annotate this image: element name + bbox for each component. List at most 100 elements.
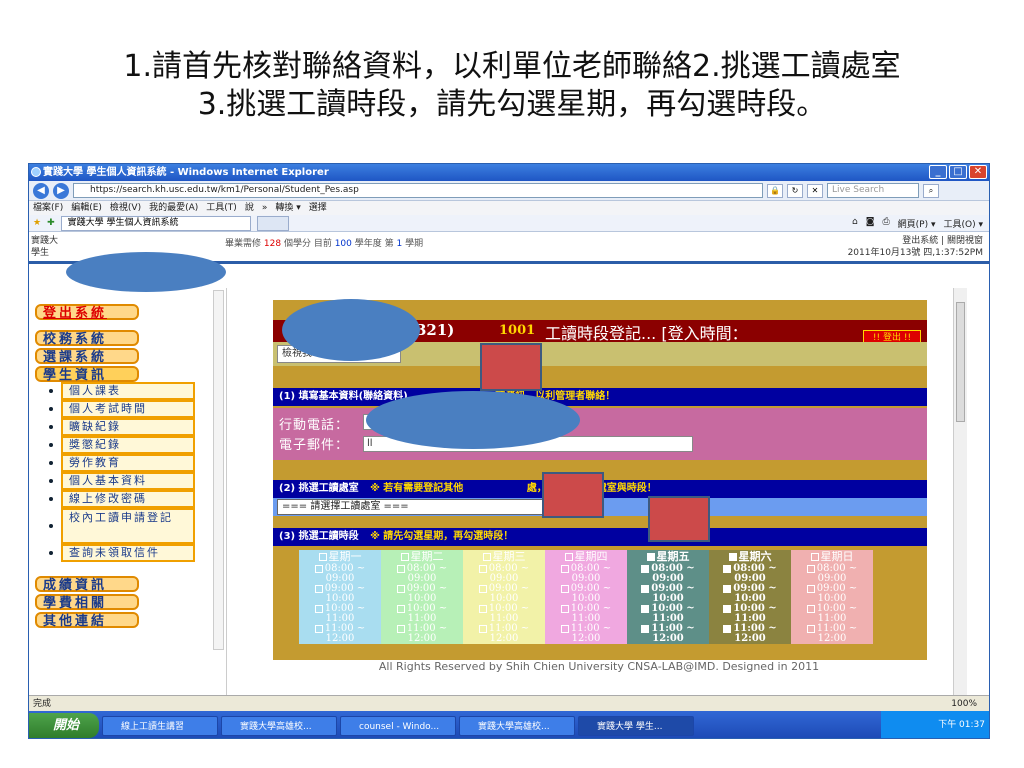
slot-checkbox[interactable]: 08:00 ~09:00 bbox=[463, 564, 545, 584]
refresh-icon[interactable]: ↻ bbox=[787, 183, 803, 198]
slot-checkbox[interactable]: 10:00 ~11:00 bbox=[381, 604, 463, 624]
lock-icon[interactable]: 🔒 bbox=[767, 183, 783, 198]
slot-checkbox[interactable]: 09:00 ~10:00 bbox=[381, 584, 463, 604]
day-checkbox-sun[interactable]: 星期日 bbox=[791, 550, 873, 564]
search-icon[interactable]: ⌕ bbox=[923, 183, 939, 198]
slot-checkbox[interactable]: 10:00 ~11:00 bbox=[709, 604, 791, 624]
slot-checkbox[interactable]: 10:00 ~11:00 bbox=[627, 604, 709, 624]
minimize-button[interactable]: _ bbox=[929, 165, 947, 179]
sidebar-links[interactable]: 其他連結 bbox=[35, 612, 139, 629]
tab-student-system[interactable]: 實踐大學 學生個人資訊系統 bbox=[60, 215, 251, 231]
sidebar-item-absence[interactable]: 曠缺紀錄 bbox=[61, 418, 195, 436]
slot-checkbox[interactable]: 11:00 ~12:00 bbox=[545, 624, 627, 644]
slot-checkbox[interactable]: 08:00 ~09:00 bbox=[381, 564, 463, 584]
taskbar-item[interactable]: counsel - Windo... bbox=[340, 715, 456, 736]
sidebar-logout-button[interactable]: 登出系統 bbox=[35, 304, 139, 321]
menu-view[interactable]: 檢視(V) bbox=[110, 201, 141, 215]
slot-checkbox[interactable]: 09:00 ~10:00 bbox=[463, 584, 545, 604]
sidebar-item[interactable]: 個人考試時間 bbox=[49, 400, 226, 418]
sidebar-item[interactable]: 勞作教育 bbox=[49, 454, 226, 472]
menu-select[interactable]: 選擇 bbox=[309, 201, 327, 215]
menu-favorites[interactable]: 我的最愛(A) bbox=[149, 201, 198, 215]
scrollbar-thumb[interactable] bbox=[956, 302, 965, 422]
taskbar-item[interactable]: 線上工讀生講習 bbox=[102, 715, 218, 736]
day-checkbox-sat[interactable]: 星期六 bbox=[709, 550, 791, 564]
slot-checkbox[interactable]: 09:00 ~10:00 bbox=[299, 584, 381, 604]
page-menu[interactable]: 網頁(P) ▾ bbox=[898, 217, 936, 230]
sidebar-item[interactable]: 獎懲紀錄 bbox=[49, 436, 226, 454]
slot-checkbox[interactable]: 08:00 ~09:00 bbox=[627, 564, 709, 584]
tools-menu[interactable]: 工具(O) ▾ bbox=[944, 217, 984, 230]
day-checkbox-wed[interactable]: 星期三 bbox=[463, 550, 545, 564]
day-checkbox-mon[interactable]: 星期一 bbox=[299, 550, 381, 564]
sidebar-item[interactable]: 校內工讀申請登記 bbox=[49, 508, 226, 544]
sidebar-item-profile[interactable]: 個人基本資料 bbox=[61, 472, 195, 490]
start-button[interactable]: 開始 bbox=[29, 713, 99, 738]
taskbar-item[interactable]: 實踐大學高雄校... bbox=[459, 715, 575, 736]
slot-checkbox[interactable]: 10:00 ~11:00 bbox=[463, 604, 545, 624]
taskbar-item[interactable]: 實踐大學高雄校... bbox=[221, 715, 337, 736]
day-checkbox-tue[interactable]: 星期二 bbox=[381, 550, 463, 564]
sidebar-item[interactable]: 線上修改密碼 bbox=[49, 490, 226, 508]
sidebar-student-info[interactable]: 學生資訊 bbox=[35, 366, 139, 383]
favorites-star-icon[interactable]: ★ bbox=[33, 218, 41, 228]
sidebar-item[interactable]: 個人課表 bbox=[49, 382, 226, 400]
home-icon[interactable]: ⌂ bbox=[852, 217, 858, 230]
sidebar-scrollbar[interactable] bbox=[213, 290, 224, 650]
sidebar-item-schedule[interactable]: 個人課表 bbox=[61, 382, 195, 400]
sidebar-item-rewards[interactable]: 獎懲紀錄 bbox=[61, 436, 195, 454]
slot-checkbox[interactable]: 08:00 ~09:00 bbox=[709, 564, 791, 584]
slot-checkbox[interactable]: 08:00 ~09:00 bbox=[791, 564, 873, 584]
sidebar-item[interactable]: 查詢未領取信件 bbox=[49, 544, 226, 562]
menu-more[interactable]: » bbox=[262, 201, 268, 215]
day-checkbox-thu[interactable]: 星期四 bbox=[545, 550, 627, 564]
rss-icon[interactable]: ◙ bbox=[866, 217, 875, 230]
slot-checkbox[interactable]: 08:00 ~09:00 bbox=[545, 564, 627, 584]
slot-checkbox[interactable]: 11:00 ~12:00 bbox=[791, 624, 873, 644]
taskbar-item[interactable]: 實踐大學 學生... bbox=[578, 715, 694, 736]
slot-checkbox[interactable]: 09:00 ~10:00 bbox=[627, 584, 709, 604]
slot-checkbox[interactable]: 10:00 ~11:00 bbox=[545, 604, 627, 624]
sidebar-tuition[interactable]: 學費相關 bbox=[35, 594, 139, 611]
zoom-level[interactable]: 100% bbox=[951, 696, 977, 712]
maximize-button[interactable]: □ bbox=[949, 165, 967, 179]
menu-edit[interactable]: 編輯(E) bbox=[71, 201, 102, 215]
logout-close-links[interactable]: 登出系統 | 關閉視窗 bbox=[848, 235, 983, 247]
slot-checkbox[interactable]: 10:00 ~11:00 bbox=[299, 604, 381, 624]
office-select[interactable]: === 請選擇工讀處室 === ▼ bbox=[277, 499, 557, 515]
stop-icon[interactable]: ✕ bbox=[807, 183, 823, 198]
sidebar-item[interactable]: 曠缺紀錄 bbox=[49, 418, 226, 436]
sidebar-grades[interactable]: 成績資訊 bbox=[35, 576, 139, 593]
slot-checkbox[interactable]: 10:00 ~11:00 bbox=[791, 604, 873, 624]
sidebar-course-system[interactable]: 選課系統 bbox=[35, 348, 139, 365]
sidebar-item-password[interactable]: 線上修改密碼 bbox=[61, 490, 195, 508]
print-icon[interactable]: ⎙ bbox=[882, 217, 889, 230]
menu-convert[interactable]: 轉換 ▾ bbox=[275, 201, 300, 215]
menu-file[interactable]: 檔案(F) bbox=[33, 201, 63, 215]
slot-checkbox[interactable]: 11:00 ~12:00 bbox=[299, 624, 381, 644]
sidebar-item-labor-edu[interactable]: 勞作教育 bbox=[61, 454, 195, 472]
sidebar-item-exam-time[interactable]: 個人考試時間 bbox=[61, 400, 195, 418]
new-tab-button[interactable] bbox=[256, 215, 289, 231]
add-favorite-icon[interactable]: ✚ bbox=[47, 218, 55, 228]
close-button[interactable]: ✕ bbox=[969, 165, 987, 179]
slot-checkbox[interactable]: 11:00 ~12:00 bbox=[709, 624, 791, 644]
slot-checkbox[interactable]: 11:00 ~12:00 bbox=[463, 624, 545, 644]
sidebar-school-system[interactable]: 校務系統 bbox=[35, 330, 139, 347]
slot-checkbox[interactable]: 08:00 ~09:00 bbox=[299, 564, 381, 584]
url-input[interactable]: https://search.kh.usc.edu.tw/km1/Persona… bbox=[73, 183, 763, 198]
sidebar-item[interactable]: 個人基本資料 bbox=[49, 472, 226, 490]
slot-checkbox[interactable]: 09:00 ~10:00 bbox=[791, 584, 873, 604]
menu-help[interactable]: 說 bbox=[245, 201, 254, 215]
slot-checkbox[interactable]: 11:00 ~12:00 bbox=[381, 624, 463, 644]
content-scrollbar[interactable] bbox=[953, 288, 967, 695]
sidebar-item-mail[interactable]: 查詢未領取信件 bbox=[61, 544, 195, 562]
day-checkbox-fri[interactable]: 星期五 bbox=[627, 550, 709, 564]
slot-checkbox[interactable]: 09:00 ~10:00 bbox=[709, 584, 791, 604]
back-arrow-icon[interactable]: ◀ bbox=[33, 182, 49, 199]
forward-arrow-icon[interactable]: ▶ bbox=[53, 182, 69, 199]
menu-tools[interactable]: 工具(T) bbox=[206, 201, 237, 215]
slot-checkbox[interactable]: 11:00 ~12:00 bbox=[627, 624, 709, 644]
slot-checkbox[interactable]: 09:00 ~10:00 bbox=[545, 584, 627, 604]
search-input[interactable]: Live Search bbox=[827, 183, 919, 198]
